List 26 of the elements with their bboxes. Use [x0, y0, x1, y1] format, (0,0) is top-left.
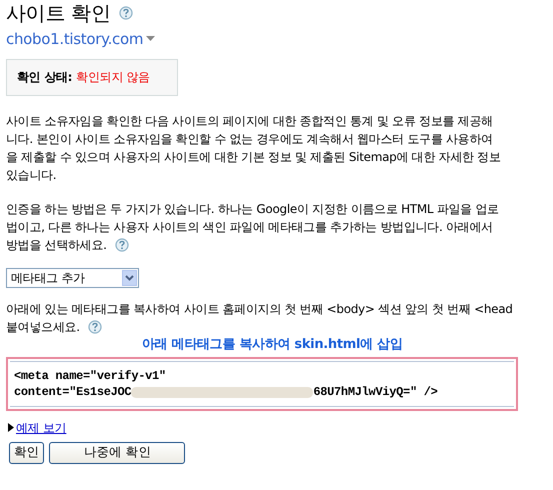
status-value: 확인되지 않음 — [76, 69, 150, 86]
annotation: 아래 메타태그를 복사하여 skin.html에 삽입 — [142, 336, 403, 352]
caret-icon[interactable] — [146, 36, 156, 42]
paragraph-line: 방법을 선택하세요. — [6, 236, 107, 254]
action-button[interactable]: 나중에 확인 — [49, 442, 186, 464]
example-link[interactable]: 예제 보기 — [16, 418, 66, 436]
help-icon[interactable] — [88, 320, 102, 334]
expand-arrow-icon[interactable] — [8, 423, 14, 432]
code-line: content="Es1seJOC — [14, 384, 132, 400]
page-title: 사이트 확인 — [6, 0, 111, 26]
site-link[interactable]: chobo1.tistory.com — [6, 28, 144, 50]
help-icon[interactable] — [118, 6, 133, 20]
paragraph-line: 인증을 하는 방법은 두 가지가 있습니다. 하나는 Google이 지정한 이름으로 HTML 파일을 업로 — [6, 200, 499, 218]
action-button[interactable]: 확인 — [9, 442, 44, 464]
paragraph-line: 니다. 본인이 사이트 소유자임을 확인할 수 없는 경우에도 계속해서 웹마스터 도구를 사용하여 — [6, 130, 493, 148]
method-select[interactable]: 메타태그 추가 — [6, 268, 139, 288]
code-line: 68U7hMJlwViyQ=" /> — [313, 384, 438, 400]
paragraph-line: 붙여넣으세요. — [6, 318, 80, 336]
paragraph-line: 법이고, 다른 하나는 사용자 사이트의 색인 파일에 메타태그를 추가하는 방법입니다. 아래에서 — [6, 218, 493, 236]
paragraph-line: 있습니다. — [6, 166, 56, 184]
help-icon[interactable] — [114, 238, 129, 252]
status-label: 확인 상태: — [17, 69, 72, 86]
code-line: <meta name="verify-v1" — [14, 368, 166, 382]
paragraph-line: 을 제출할 수 있으며 사용자의 사이트에 대한 기본 정보 및 제출된 Sitemap에 대한 자세한 정보 — [6, 148, 501, 166]
paragraph-line: 사이트 소유자임을 확인한 다음 사이트의 페이지에 대한 종합적인 통계 및 오류 정보를 제공해 — [6, 112, 493, 130]
paragraph-line: 아래에 있는 메타태그를 복사하여 사이트 홈페이지의 첫 번째 <body> 섹션 앞의 첫 번째 <head — [6, 300, 513, 318]
